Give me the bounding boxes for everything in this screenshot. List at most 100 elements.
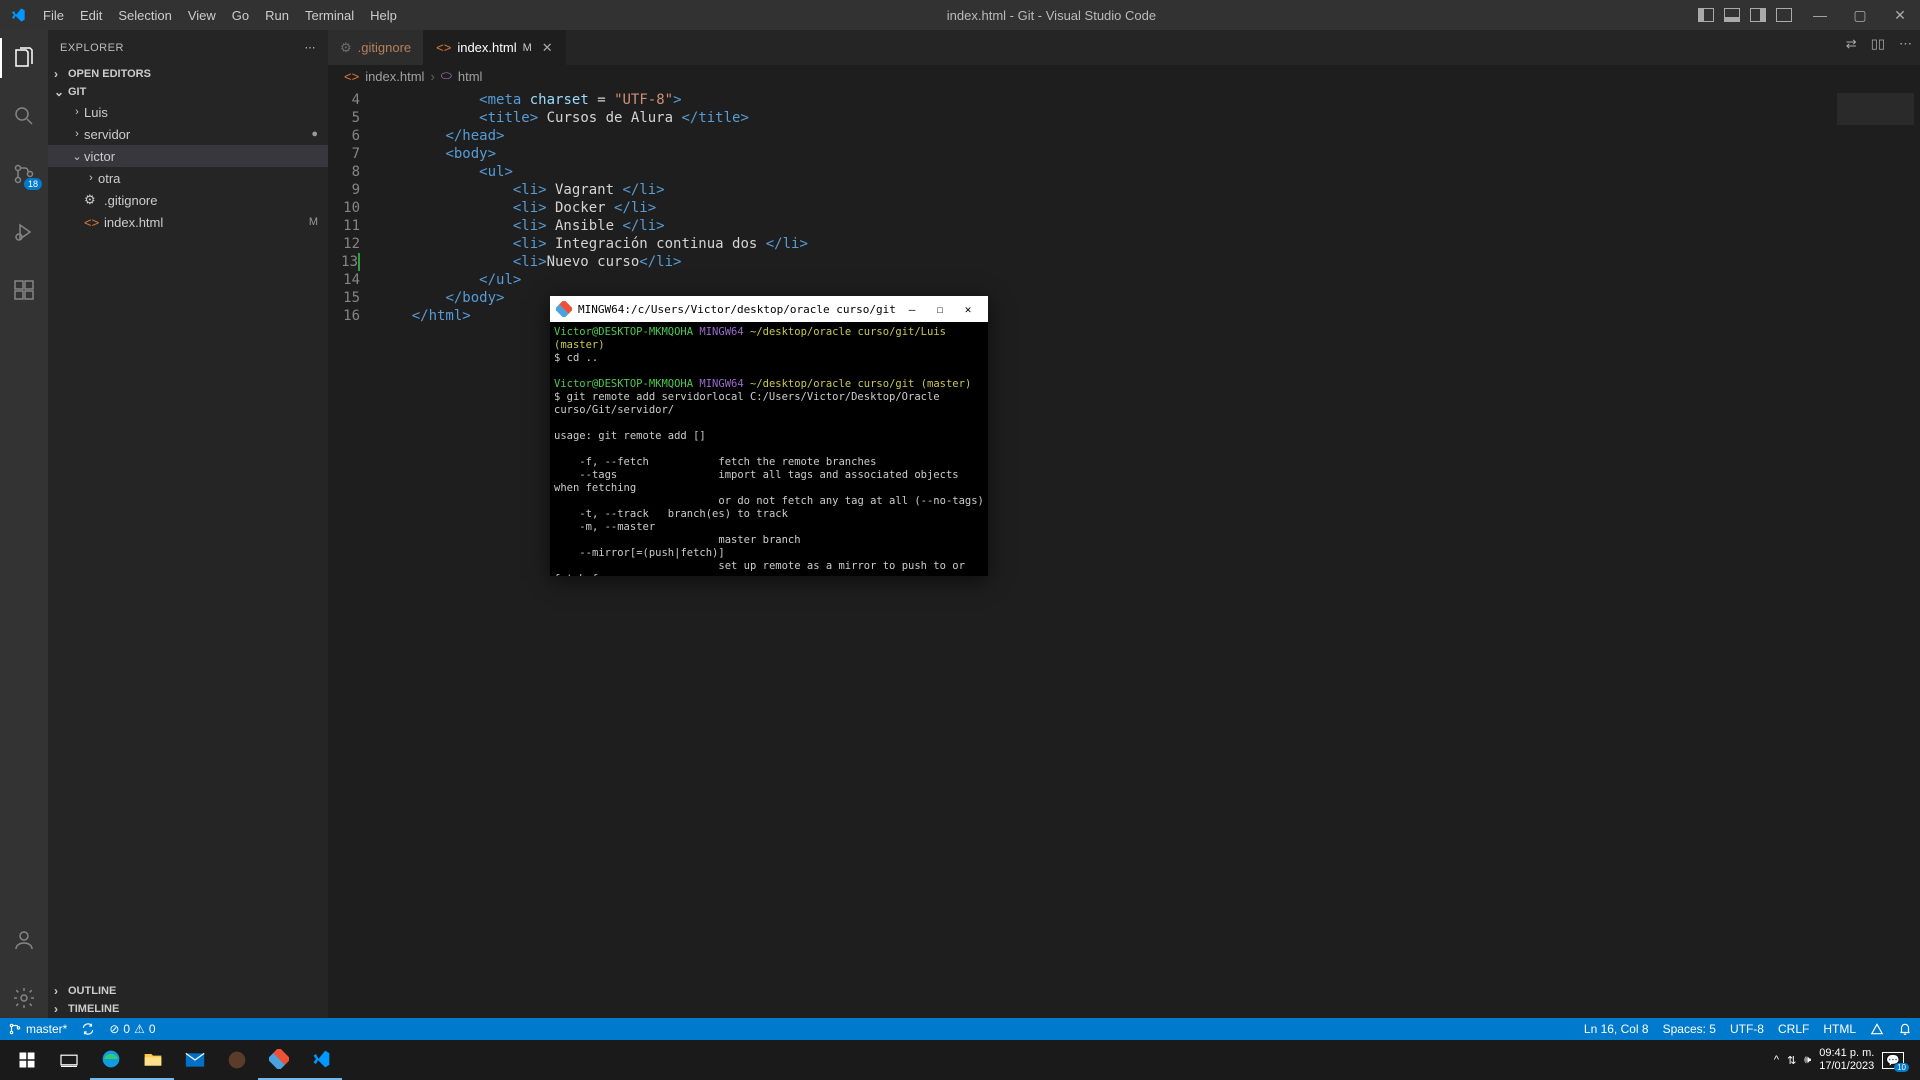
activity-explorer[interactable]: [0, 38, 48, 78]
breadcrumb-symbol[interactable]: html: [458, 69, 483, 84]
breadcrumb[interactable]: <> index.html › ⬭ html: [328, 65, 1920, 87]
menu-go[interactable]: Go: [224, 8, 257, 23]
task-view[interactable]: [48, 1040, 90, 1080]
window-close[interactable]: ✕: [1880, 7, 1920, 24]
status-line-col[interactable]: Ln 16, Col 8: [1584, 1022, 1649, 1036]
file-gitignore[interactable]: ⚙ .gitignore: [48, 189, 328, 211]
status-branch[interactable]: master*: [8, 1022, 67, 1036]
folder-label: servidor: [84, 127, 311, 142]
file-label: .gitignore: [104, 193, 328, 208]
system-tray: ^ ⇅ 🕪 09:41 p. m. 17/01/2023 💬10: [1774, 1047, 1914, 1073]
outline-label: OUTLINE: [68, 985, 116, 997]
activity-extensions[interactable]: [0, 270, 48, 310]
menu-terminal[interactable]: Terminal: [297, 8, 362, 23]
menu-help[interactable]: Help: [362, 8, 405, 23]
section-outline[interactable]: ›OUTLINE: [48, 982, 328, 1000]
status-problems[interactable]: ⊘0 ⚠0: [109, 1022, 155, 1036]
status-sync[interactable]: [81, 1022, 95, 1036]
toggle-primary-sidebar-icon[interactable]: [1698, 8, 1714, 22]
breadcrumb-file[interactable]: index.html: [365, 69, 424, 84]
tray-clock[interactable]: 09:41 p. m. 17/01/2023: [1819, 1047, 1874, 1073]
tray-notifications[interactable]: 💬10: [1882, 1052, 1904, 1069]
activity-scm[interactable]: 18: [0, 154, 48, 194]
dot-indicator: ●: [311, 128, 318, 140]
editor-tabs: ⚙ .gitignore <> index.html M ✕ ⇄ ▯▯ ⋯: [328, 30, 1920, 65]
sidebar-header: EXPLORER ⋯: [48, 30, 328, 65]
layout-controls: [1698, 8, 1800, 22]
menu-edit[interactable]: Edit: [72, 8, 110, 23]
git-bash-terminal[interactable]: MINGW64:/c/Users/Victor/desktop/oracle c…: [550, 296, 988, 576]
status-spaces[interactable]: Spaces: 5: [1663, 1022, 1716, 1036]
task-git-bash[interactable]: [258, 1040, 300, 1080]
tab-gitignore[interactable]: ⚙ .gitignore: [328, 30, 424, 65]
tab-index-html[interactable]: <> index.html M ✕: [424, 30, 566, 65]
folder-label: otra: [98, 171, 328, 186]
status-language[interactable]: HTML: [1823, 1022, 1856, 1036]
task-mail[interactable]: [174, 1040, 216, 1080]
start-button[interactable]: [6, 1040, 48, 1080]
status-notifications-icon[interactable]: [1898, 1022, 1912, 1036]
compare-changes-icon[interactable]: ⇄: [1846, 36, 1857, 52]
window-maximize[interactable]: ▢: [1840, 7, 1880, 24]
terminal-close[interactable]: ✕: [954, 303, 982, 316]
activity-search[interactable]: [0, 96, 48, 136]
warning-count: 0: [149, 1022, 156, 1036]
gear-icon: ⚙: [84, 192, 100, 208]
file-index-html[interactable]: <>index.htmlM: [48, 211, 328, 233]
section-open-editors[interactable]: ›OPEN EDITORS: [48, 65, 328, 83]
toggle-secondary-sidebar-icon[interactable]: [1750, 8, 1766, 22]
activity-settings[interactable]: [0, 978, 48, 1018]
tab-label: .gitignore: [358, 40, 411, 55]
clock-time: 09:41 p. m.: [1819, 1047, 1874, 1060]
status-eol[interactable]: CRLF: [1778, 1022, 1809, 1036]
window-minimize[interactable]: —: [1800, 7, 1840, 23]
task-edge[interactable]: [90, 1040, 132, 1080]
titlebar: File Edit Selection View Go Run Terminal…: [0, 0, 1920, 30]
activity-accounts[interactable]: [0, 920, 48, 960]
terminal-titlebar[interactable]: MINGW64:/c/Users/Victor/desktop/oracle c…: [550, 296, 988, 322]
terminal-minimize[interactable]: —: [898, 303, 926, 316]
customize-layout-icon[interactable]: [1776, 8, 1792, 22]
sidebar-more-icon[interactable]: ⋯: [305, 41, 317, 54]
section-project[interactable]: ⌄GIT: [48, 83, 328, 101]
terminal-body[interactable]: Victor@DESKTOP-MKMQOHA MINGW64 ~/desktop…: [550, 322, 988, 576]
gear-icon: ⚙: [340, 40, 352, 56]
scm-badge: 18: [24, 178, 42, 190]
task-explorer[interactable]: [132, 1040, 174, 1080]
folder-servidor[interactable]: ›servidor●: [48, 123, 328, 145]
more-actions-icon[interactable]: ⋯: [1899, 36, 1912, 52]
menu-run[interactable]: Run: [257, 8, 297, 23]
task-app1[interactable]: [216, 1040, 258, 1080]
folder-luis[interactable]: ›Luis: [48, 101, 328, 123]
tab-label: index.html: [457, 40, 516, 55]
activity-debug[interactable]: [0, 212, 48, 252]
split-editor-icon[interactable]: ▯▯: [1871, 36, 1885, 52]
modified-badge: M: [523, 42, 532, 54]
chevron-right-icon: ›: [430, 69, 434, 84]
folder-otra[interactable]: ›otra: [48, 167, 328, 189]
minimap[interactable]: [1830, 87, 1920, 1018]
status-encoding[interactable]: UTF-8: [1730, 1022, 1764, 1036]
terminal-maximize[interactable]: ☐: [926, 303, 954, 316]
tray-volume-icon[interactable]: 🕪: [1804, 1054, 1811, 1067]
toggle-panel-icon[interactable]: [1724, 8, 1740, 22]
html-icon: <>: [344, 69, 359, 84]
tray-chevron-up-icon[interactable]: ^: [1774, 1054, 1779, 1066]
folder-victor[interactable]: ⌄victor: [48, 145, 328, 167]
menu-selection[interactable]: Selection: [110, 8, 179, 23]
menu-view[interactable]: View: [180, 8, 224, 23]
windows-taskbar: ^ ⇅ 🕪 09:41 p. m. 17/01/2023 💬10: [0, 1040, 1920, 1080]
notification-count: 10: [1894, 1063, 1909, 1072]
editor-toolbar: ⇄ ▯▯ ⋯: [1846, 36, 1912, 52]
error-count: 0: [123, 1022, 130, 1036]
tray-network-icon[interactable]: ⇅: [1787, 1054, 1796, 1067]
line-gutter: 45678910111213141516: [328, 87, 378, 1018]
status-feedback-icon[interactable]: [1870, 1022, 1884, 1036]
section-timeline[interactable]: ›TIMELINE: [48, 1000, 328, 1018]
timeline-label: TIMELINE: [68, 1003, 119, 1015]
menu-file[interactable]: File: [35, 8, 72, 23]
sidebar: EXPLORER ⋯ ›OPEN EDITORS ⌄GIT ›Luis ›ser…: [48, 30, 328, 1018]
task-vscode[interactable]: [300, 1040, 342, 1080]
symbol-icon: ⬭: [441, 68, 452, 84]
close-icon[interactable]: ✕: [542, 40, 553, 56]
